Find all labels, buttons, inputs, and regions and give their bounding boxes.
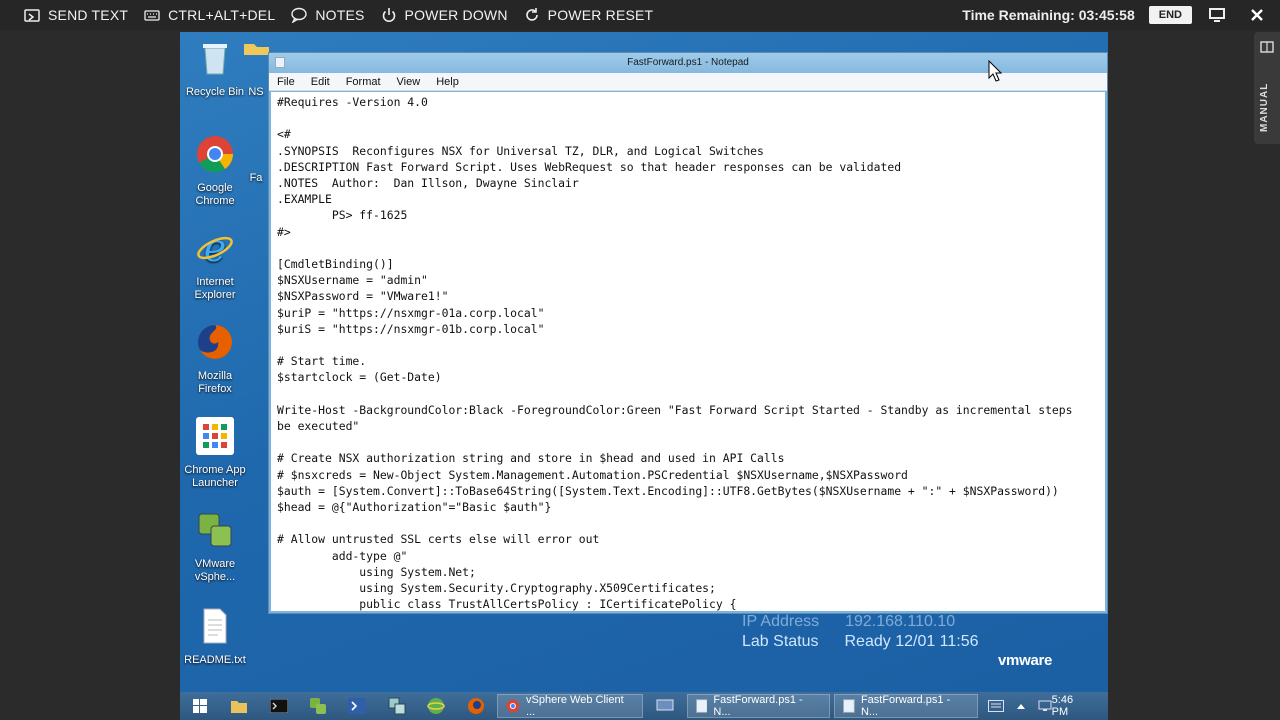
close-icon bbox=[1251, 9, 1263, 21]
notepad-title: FastForward.ps1 - Notepad bbox=[627, 57, 749, 68]
desktop-icon-label: Internet Explorer bbox=[194, 276, 236, 301]
taskbar-app-label: FastForward.ps1 - N... bbox=[860, 694, 951, 718]
app-launcher-icon bbox=[196, 417, 234, 455]
power-reset-button[interactable]: POWER RESET bbox=[516, 0, 662, 30]
console-toolbar: SEND TEXT CTRL+ALT+DEL NOTES POWER DOWN … bbox=[0, 0, 1280, 30]
system-tray bbox=[987, 700, 1052, 712]
notes-button[interactable]: NOTES bbox=[283, 0, 372, 30]
notepad-icon bbox=[695, 699, 708, 713]
chrome-icon bbox=[506, 699, 520, 713]
putty-icon bbox=[388, 697, 406, 715]
power-down-label: POWER DOWN bbox=[404, 7, 508, 23]
power-reset-label: POWER RESET bbox=[547, 7, 654, 23]
lab-status-value: Ready 12/01 11:56 bbox=[844, 633, 979, 650]
recycle-bin-icon bbox=[203, 44, 227, 75]
menu-view[interactable]: View bbox=[389, 76, 429, 88]
lab-status-row: Lab Status Ready 12/01 11:56 bbox=[742, 632, 979, 652]
toolbar-right: Time Remaining: 03:45:58 END bbox=[962, 0, 1280, 30]
network-icon[interactable] bbox=[1038, 700, 1052, 712]
manual-tab[interactable]: MANUAL bbox=[1254, 32, 1280, 144]
lab-ip-row: IP Address 192.168.110.10 bbox=[742, 612, 979, 632]
keyboard-send-icon bbox=[24, 9, 40, 22]
taskbar-vsphere[interactable] bbox=[298, 692, 337, 720]
end-button[interactable]: END bbox=[1148, 6, 1192, 24]
desktop-icon-label: README.txt bbox=[184, 654, 246, 666]
desktop-icon-label: VMware vSphe... bbox=[194, 558, 236, 583]
taskbar-powershell[interactable] bbox=[338, 692, 377, 720]
taskbar-app-notepad-1[interactable]: FastForward.ps1 - N... bbox=[686, 694, 831, 718]
keyboard-icon bbox=[144, 10, 160, 21]
menu-format[interactable]: Format bbox=[338, 76, 389, 88]
taskbar-app-notepad-2[interactable]: FastForward.ps1 - N... bbox=[834, 694, 978, 718]
desktop-icon-firefox[interactable]: Mozilla Firefox bbox=[180, 322, 250, 396]
menu-help[interactable]: Help bbox=[428, 76, 467, 88]
power-down-button[interactable]: POWER DOWN bbox=[373, 0, 516, 30]
start-button[interactable] bbox=[180, 692, 219, 720]
command-prompt-icon bbox=[269, 699, 288, 713]
chrome-icon bbox=[197, 136, 234, 173]
lab-status-label: Lab Status bbox=[742, 633, 819, 650]
desktop-icon-readme[interactable]: README.txt bbox=[180, 606, 250, 667]
desktop-icon-app-launcher[interactable]: Chrome App Launcher bbox=[180, 416, 250, 490]
desktop-icon-label: Google Chrome bbox=[195, 182, 235, 207]
send-text-button[interactable]: SEND TEXT bbox=[16, 0, 136, 30]
taskbar-remote[interactable] bbox=[645, 692, 684, 720]
notes-label: NOTES bbox=[315, 7, 365, 23]
firefox-icon bbox=[198, 325, 232, 359]
remote-desktop-icon bbox=[656, 699, 674, 711]
firefox-icon bbox=[467, 698, 484, 714]
windows-logo-icon bbox=[192, 699, 207, 713]
taskbar-firefox[interactable] bbox=[456, 692, 495, 720]
script-content: #Requires -Version 4.0 <# .SYNOPSIS Reco… bbox=[277, 95, 1073, 611]
speech-bubble-icon bbox=[291, 7, 308, 23]
internet-explorer-icon: e bbox=[197, 226, 233, 270]
ctrl-alt-del-label: CTRL+ALT+DEL bbox=[168, 7, 276, 23]
monitor-icon bbox=[1209, 8, 1225, 22]
taskbar-browser[interactable] bbox=[416, 692, 455, 720]
svg-text:e: e bbox=[204, 228, 227, 268]
lab-ip-value: 192.168.110.10 bbox=[845, 613, 956, 630]
taskbar-explorer[interactable] bbox=[219, 692, 258, 720]
desktop-icon-label: Chrome App Launcher bbox=[184, 464, 246, 489]
taskbar-cmd[interactable] bbox=[259, 692, 298, 720]
menu-edit[interactable]: Edit bbox=[303, 76, 338, 88]
desktop-icon-internet-explorer[interactable]: e Internet Explorer bbox=[180, 226, 250, 302]
notepad-text-area[interactable]: #Requires -Version 4.0 <# .SYNOPSIS Reco… bbox=[271, 92, 1105, 611]
manual-book-icon bbox=[1260, 41, 1274, 53]
windows-taskbar: vSphere Web Client ... FastForward.ps1 -… bbox=[180, 692, 1108, 720]
notepad-icon bbox=[843, 699, 855, 713]
taskbar-app-label: FastForward.ps1 - N... bbox=[713, 694, 803, 718]
taskbar-app-vsphere-web-client[interactable]: vSphere Web Client ... bbox=[497, 694, 644, 718]
lab-ip-label: IP Address bbox=[742, 613, 820, 630]
power-icon bbox=[382, 8, 395, 23]
desktop-icon-label: Mozilla Firefox bbox=[197, 370, 233, 395]
mouse-cursor-icon bbox=[988, 60, 1002, 82]
refresh-icon bbox=[525, 8, 538, 21]
close-console-button[interactable] bbox=[1242, 0, 1272, 30]
vsphere-icon bbox=[198, 513, 232, 547]
menu-file[interactable]: File bbox=[269, 76, 303, 88]
desktop-icon-vsphere[interactable]: VMware vSphe... bbox=[180, 510, 250, 584]
text-file-icon bbox=[203, 608, 227, 644]
taskbar-app-label: vSphere Web Client ... bbox=[526, 694, 624, 718]
ctrl-alt-del-button[interactable]: CTRL+ALT+DEL bbox=[136, 0, 283, 30]
notepad-titlebar[interactable]: FastForward.ps1 - Notepad bbox=[269, 53, 1107, 73]
keyboard-icon[interactable] bbox=[987, 700, 1004, 712]
lab-info: IP Address 192.168.110.10 Lab Status Rea… bbox=[742, 612, 979, 652]
globe-icon bbox=[427, 698, 445, 714]
taskbar-clock[interactable]: 5:46 PM bbox=[1052, 694, 1108, 718]
time-remaining: Time Remaining: 03:45:58 bbox=[962, 7, 1135, 23]
folder-icon bbox=[231, 701, 248, 713]
vmware-logo: vmware bbox=[998, 652, 1053, 669]
powershell-icon bbox=[348, 698, 367, 714]
desktop-icon-chrome[interactable]: Google Chrome bbox=[180, 134, 250, 208]
manual-tab-label: MANUAL bbox=[1259, 82, 1270, 132]
notepad-window: FastForward.ps1 - Notepad File Edit Form… bbox=[268, 52, 1108, 614]
vsphere-icon bbox=[309, 698, 326, 714]
taskbar-putty[interactable] bbox=[377, 692, 416, 720]
display-button[interactable] bbox=[1202, 0, 1232, 30]
chevron-up-icon[interactable] bbox=[1016, 702, 1026, 710]
send-text-label: SEND TEXT bbox=[48, 7, 129, 23]
notepad-menubar: File Edit Format View Help bbox=[269, 73, 1107, 91]
